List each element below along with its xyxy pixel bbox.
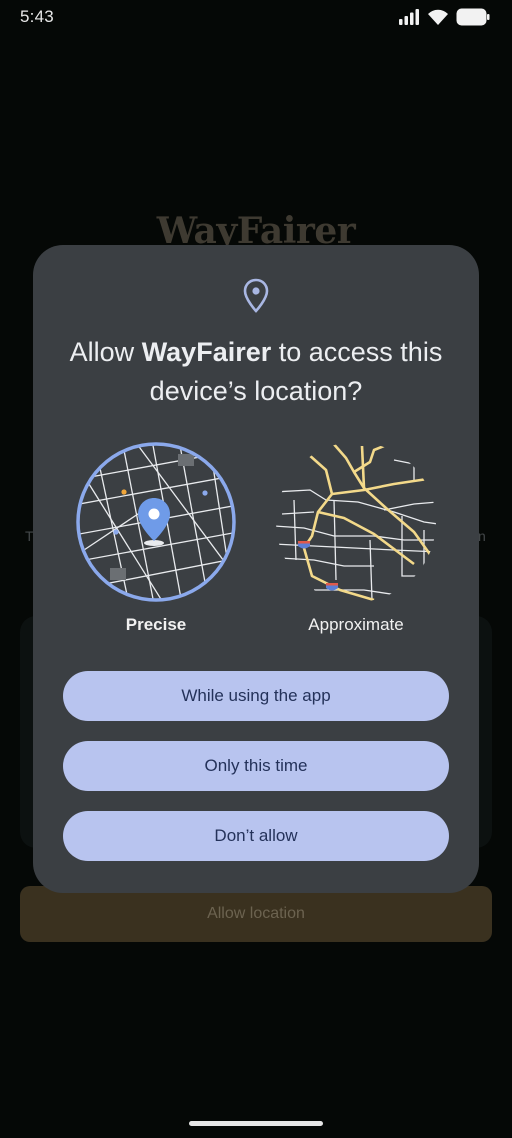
- status-time: 5:43: [20, 7, 54, 26]
- dialog-title: Allow WayFairer to access this device’s …: [33, 333, 479, 411]
- status-bar: 5:43: [0, 0, 512, 34]
- precise-location-option[interactable]: [74, 440, 238, 604]
- approximate-location-option[interactable]: [274, 440, 438, 604]
- location-permission-dialog: Allow WayFairer to access this device’s …: [33, 245, 479, 893]
- title-prefix: Allow: [69, 337, 142, 367]
- status-icons: [398, 8, 490, 26]
- battery-icon: [456, 8, 490, 26]
- highway-shield-icon: [298, 541, 338, 591]
- allow-location-button: Allow location: [20, 886, 492, 942]
- wifi-icon: [428, 9, 448, 25]
- home-indicator[interactable]: [189, 1121, 323, 1126]
- background-text-right: n: [478, 528, 486, 544]
- while-using-app-button[interactable]: While using the app: [63, 671, 449, 721]
- precise-label[interactable]: Precise: [74, 615, 238, 635]
- location-pin-icon: [243, 278, 269, 313]
- approximate-label[interactable]: Approximate: [274, 615, 438, 635]
- signal-icon: [399, 9, 419, 25]
- title-app-name: WayFairer: [141, 337, 272, 367]
- dont-allow-button[interactable]: Don’t allow: [63, 811, 449, 861]
- only-this-time-button[interactable]: Only this time: [63, 741, 449, 791]
